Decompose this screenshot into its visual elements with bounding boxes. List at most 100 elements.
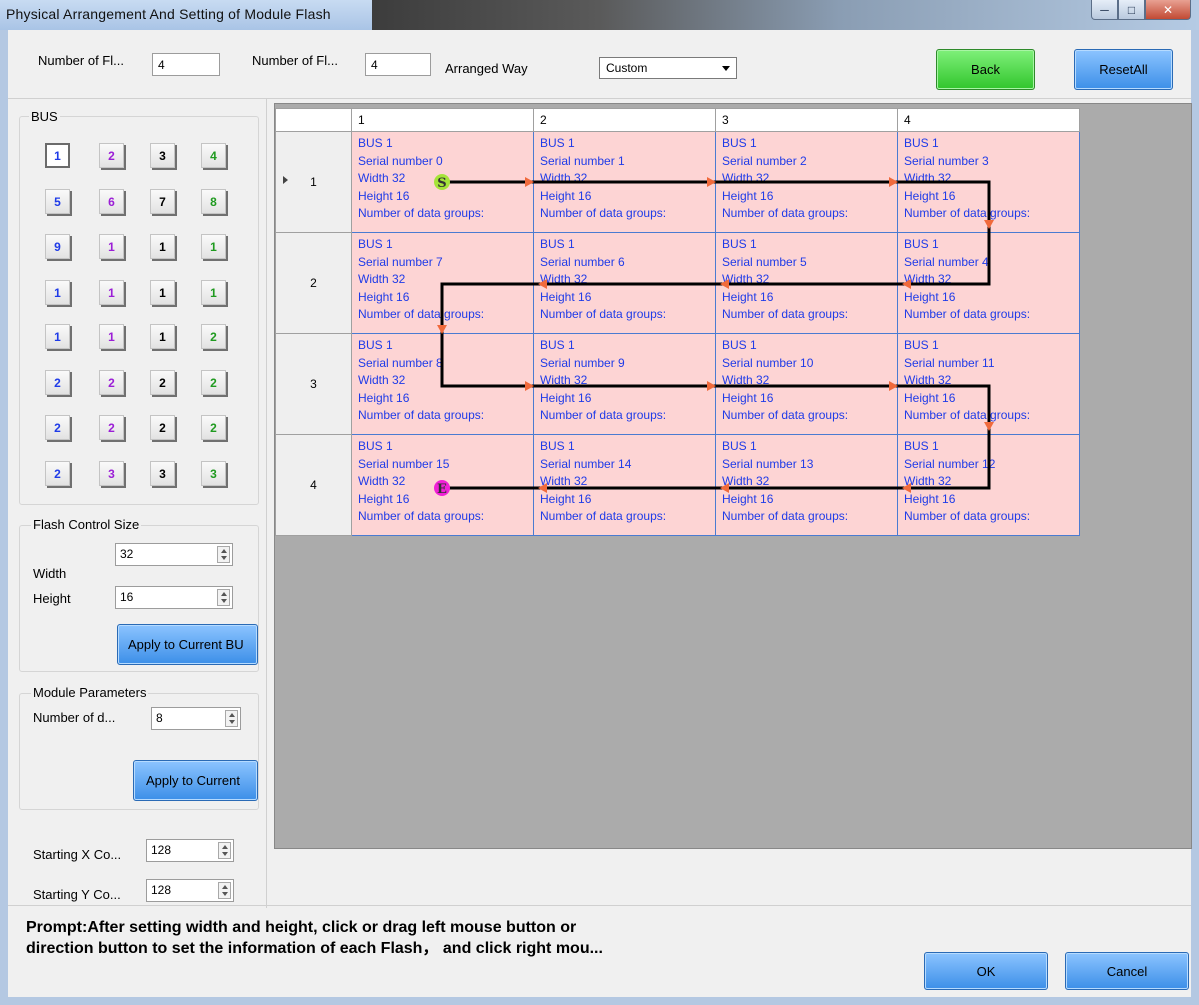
reset-all-button[interactable]: ResetAll <box>1074 49 1173 90</box>
flash-cell[interactable]: BUS 1 Serial number 2 Width 32 Height 16 Num… <box>715 131 898 233</box>
width-spinner[interactable]: 32 <box>115 543 233 566</box>
flash-cell[interactable]: BUS 1 Serial number 13 Width 32 Height 16 Nu… <box>715 434 898 536</box>
bus-button[interactable]: 3 <box>150 461 175 486</box>
flash-cell[interactable]: BUS 1 Serial number 7 Width 32 Height 16 Num… <box>351 232 534 334</box>
row-label: 1 <box>310 175 317 189</box>
cell-groups: Number of data groups: <box>540 408 667 422</box>
bus-button[interactable]: 1 <box>45 280 70 305</box>
flash-cell[interactable]: BUS 1 Serial number 10 Width 32 Height 16 Nu… <box>715 333 898 435</box>
num-flash-x-input[interactable] <box>152 53 220 76</box>
start-y-value: 128 <box>151 883 172 897</box>
data-groups-spinner[interactable]: 8 <box>151 707 241 730</box>
flash-cell[interactable]: BUS 1 Serial number 0 Width 32 Height 16 Num… <box>351 131 534 233</box>
bus-button[interactable]: 1 <box>45 143 70 168</box>
bus-button[interactable]: 1 <box>45 324 70 349</box>
apply-current-bus-button[interactable]: Apply to Current BU <box>117 624 258 665</box>
spin-arrows-icon[interactable] <box>225 710 238 727</box>
bus-button[interactable]: 2 <box>99 415 124 440</box>
flash-cell[interactable]: BUS 1 Serial number 12 Width 32 Height 16 Nu… <box>897 434 1080 536</box>
cell-serial: Serial number 9 <box>540 355 625 370</box>
num-flash-y-input[interactable] <box>365 53 431 76</box>
cell-bus: BUS 1 <box>540 136 575 150</box>
cell-width: Width 32 <box>722 373 770 387</box>
width-label: Width <box>33 566 67 581</box>
close-button[interactable]: ✕ <box>1145 0 1191 20</box>
bus-button[interactable]: 2 <box>99 143 124 168</box>
window-title: Physical Arrangement And Setting of Modu… <box>6 6 331 22</box>
flash-cell[interactable]: BUS 1 Serial number 8 Width 32 Height 16 Num… <box>351 333 534 435</box>
maximize-button[interactable]: □ <box>1118 0 1145 20</box>
bus-button[interactable]: 1 <box>99 324 124 349</box>
cancel-button[interactable]: Cancel <box>1065 952 1189 990</box>
row-header[interactable]: 3 <box>275 333 352 435</box>
flash-cell[interactable]: BUS 1 Serial number 11 Width 32 Height 16 Nu… <box>897 333 1080 435</box>
flash-cell[interactable]: BUS 1 Serial number 3 Width 32 Height 16 Num… <box>897 131 1080 233</box>
back-button[interactable]: Back <box>936 49 1035 90</box>
grid-row: 2 BUS 1 Serial number 7 Width 32 Height 16 Nu… <box>275 232 1080 334</box>
flash-grid-area[interactable]: 1 2 3 4 1 BUS 1 Serial number 0 Width 32 Hei… <box>274 103 1192 849</box>
arranged-way-select[interactable]: Custom <box>599 57 737 79</box>
column-header[interactable]: 3 <box>715 108 898 132</box>
spin-arrows-icon[interactable] <box>218 882 231 899</box>
bus-button[interactable]: 3 <box>201 461 226 486</box>
cell-groups: Number of data groups: <box>358 408 485 422</box>
bus-button[interactable]: 1 <box>150 234 175 259</box>
spin-arrows-icon[interactable] <box>217 546 230 563</box>
bus-button[interactable]: 4 <box>201 143 226 168</box>
bus-button[interactable]: 1 <box>201 234 226 259</box>
flash-cell[interactable]: BUS 1 Serial number 9 Width 32 Height 16 Num… <box>533 333 716 435</box>
ok-button[interactable]: OK <box>924 952 1048 990</box>
grid-row: 1 BUS 1 Serial number 0 Width 32 Height 16 Nu… <box>275 131 1080 233</box>
flash-cell[interactable]: BUS 1 Serial number 6 Width 32 Height 16 Num… <box>533 232 716 334</box>
bus-button[interactable]: 2 <box>201 370 226 395</box>
column-header[interactable]: 2 <box>533 108 716 132</box>
bus-button[interactable]: 5 <box>45 189 70 214</box>
bus-button[interactable]: 2 <box>150 415 175 440</box>
bus-button[interactable]: 8 <box>201 189 226 214</box>
flash-cell[interactable]: BUS 1 Serial number 15 Width 32 Height 16 Nu… <box>351 434 534 536</box>
bus-button[interactable]: 2 <box>45 461 70 486</box>
current-row-pointer-icon <box>283 176 288 184</box>
bus-button[interactable]: 2 <box>201 415 226 440</box>
bus-button[interactable]: 1 <box>99 280 124 305</box>
bus-button[interactable]: 7 <box>150 189 175 214</box>
spin-arrows-icon[interactable] <box>218 842 231 859</box>
bus-button[interactable]: 2 <box>150 370 175 395</box>
bus-button[interactable]: 2 <box>99 370 124 395</box>
bus-button[interactable]: 3 <box>150 143 175 168</box>
cell-height: Height 16 <box>358 188 410 203</box>
flash-cell[interactable]: BUS 1 Serial number 5 Width 32 Height 16 Num… <box>715 232 898 334</box>
bus-button[interactable]: 1 <box>150 280 175 305</box>
maximize-icon: □ <box>1127 2 1136 17</box>
cell-width: Width 32 <box>540 373 588 387</box>
row-header[interactable]: 1 <box>275 131 352 233</box>
bus-button[interactable]: 3 <box>99 461 124 486</box>
cell-bus: BUS 1 <box>358 136 393 150</box>
bus-button[interactable]: 1 <box>99 234 124 259</box>
row-header[interactable]: 4 <box>275 434 352 536</box>
cell-groups: Number of data groups: <box>722 206 849 220</box>
cell-groups: Number of data groups: <box>904 509 1031 523</box>
spin-arrows-icon[interactable] <box>217 589 230 606</box>
cell-width: Width 32 <box>722 474 770 488</box>
flash-cell[interactable]: BUS 1 Serial number 4 Width 32 Height 16 Num… <box>897 232 1080 334</box>
bus-button[interactable]: 2 <box>45 415 70 440</box>
bus-button[interactable]: 6 <box>99 189 124 214</box>
bus-button[interactable]: 2 <box>201 324 226 349</box>
bus-button[interactable]: 9 <box>45 234 70 259</box>
height-spinner[interactable]: 16 <box>115 586 233 609</box>
apply-current-module-button[interactable]: Apply to Current <box>133 760 258 801</box>
flash-cell[interactable]: BUS 1 Serial number 14 Width 32 Height 16 Nu… <box>533 434 716 536</box>
column-header[interactable]: 4 <box>897 108 1080 132</box>
minimize-button[interactable]: ─ <box>1091 0 1118 20</box>
start-x-spinner[interactable]: 128 <box>146 839 234 862</box>
start-y-spinner[interactable]: 128 <box>146 879 234 902</box>
row-label: 4 <box>310 478 317 492</box>
flash-cell[interactable]: BUS 1 Serial number 1 Width 32 Height 16 Num… <box>533 131 716 233</box>
cell-bus: BUS 1 <box>358 237 393 251</box>
row-header[interactable]: 2 <box>275 232 352 334</box>
bus-button[interactable]: 1 <box>201 280 226 305</box>
bus-button[interactable]: 2 <box>45 370 70 395</box>
bus-button[interactable]: 1 <box>150 324 175 349</box>
column-header[interactable]: 1 <box>351 108 534 132</box>
